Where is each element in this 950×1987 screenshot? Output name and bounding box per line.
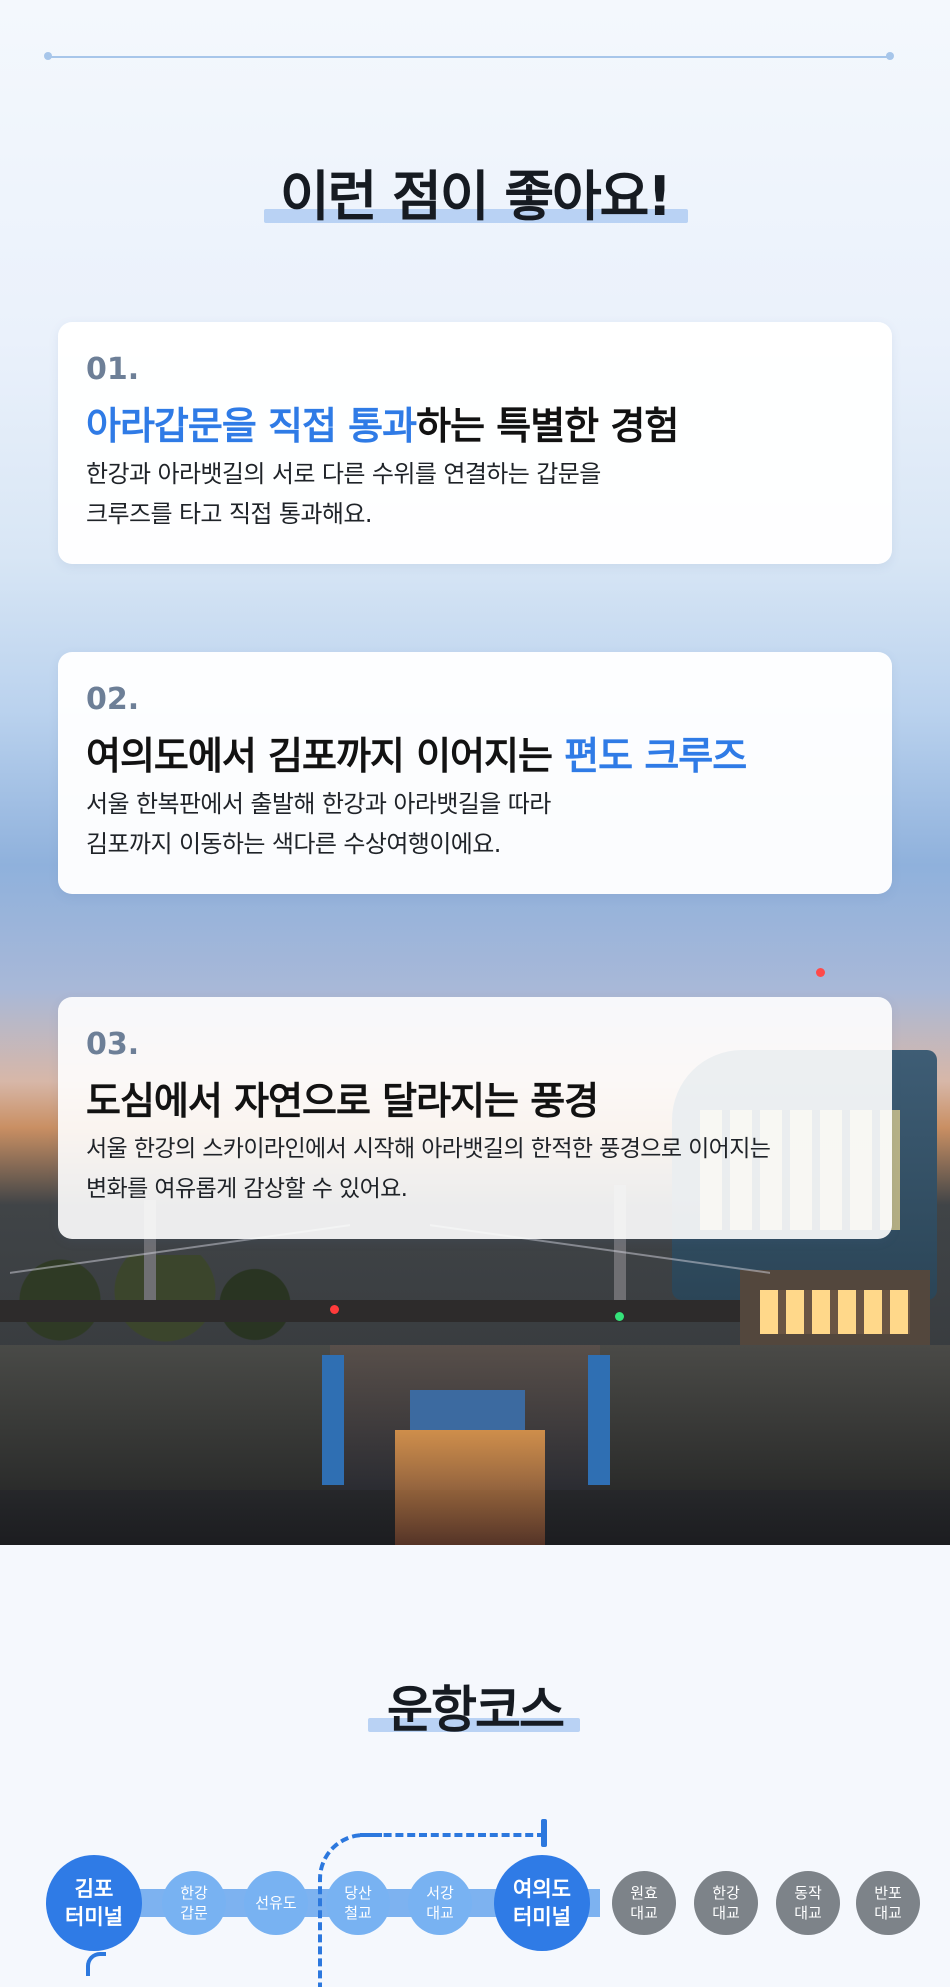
stop-yeouido-terminal: 여의도터미널 — [494, 1855, 590, 1951]
bridge-deck — [0, 1300, 740, 1322]
stop-dangsan-bridge: 당산철교 — [326, 1871, 390, 1935]
stop-hangang-bridge: 한강대교 — [694, 1871, 758, 1935]
card-number: 02. — [86, 682, 140, 717]
card-heading: 도심에서 자연으로 달라지는 풍경 — [86, 1079, 599, 1123]
heading-highlight: 편도 크루즈 — [564, 734, 747, 778]
heading-text: 하는 특별한 경험 — [416, 404, 679, 448]
benefits-title-block: 이런 점이 좋아요! — [0, 152, 950, 232]
stop-name-line1: 선유도 — [255, 1894, 297, 1912]
route-dashed-end — [541, 1819, 547, 1847]
card-description: 서울 한강의 스카이라인에서 시작해 아라뱃길의 한적한 풍경으로 이어지는변화… — [86, 1129, 771, 1209]
stop-name-line2: 갑문 — [180, 1904, 208, 1922]
lock-gate — [410, 1390, 525, 1430]
desc-line-1: 서울 한복판에서 출발해 한강과 아라뱃길을 따라 — [86, 790, 551, 818]
stop-name-line1: 당산 — [344, 1884, 372, 1902]
stop-banpo-bridge: 반포대교 — [856, 1871, 920, 1935]
route-dashed-line — [360, 1833, 545, 1837]
stop-name-line1: 여의도 — [513, 1877, 571, 1901]
stop-gimpo-terminal: 김포터미널 — [46, 1855, 142, 1951]
top-divider — [48, 56, 890, 58]
card-number: 01. — [86, 352, 140, 387]
antenna-light — [816, 968, 825, 977]
stop-name-line1: 한강 — [180, 1884, 208, 1902]
stop-name-line1: 김포 — [74, 1877, 114, 1901]
stop-name-line2: 대교 — [794, 1904, 822, 1922]
stop-name-line1: 동작 — [794, 1884, 822, 1902]
benefits-title: 이런 점이 좋아요! — [280, 165, 672, 228]
stop-name-line2: 대교 — [874, 1904, 902, 1922]
green-signal-light — [615, 1312, 624, 1321]
lock-post-left — [322, 1355, 344, 1485]
desc-line-2: 변화를 여유롭게 감상할 수 있어요. — [86, 1176, 408, 1202]
water-reflection — [395, 1430, 545, 1545]
stop-dongjak-bridge: 동작대교 — [776, 1871, 840, 1935]
heading-text: 여의도에서 김포까지 이어지는 — [86, 734, 565, 778]
desc-line-1: 한강과 아라뱃길의 서로 다른 수위를 연결하는 갑문을 — [86, 460, 601, 488]
card-description: 한강과 아라뱃길의 서로 다른 수위를 연결하는 갑문을크루즈를 타고 직접 통… — [86, 454, 601, 534]
card-heading: 여의도에서 김포까지 이어지는 편도 크루즈 — [86, 725, 747, 780]
tower-base-lights — [760, 1290, 910, 1334]
card-description: 서울 한복판에서 출발해 한강과 아라뱃길을 따라김포까지 이동하는 색다른 수… — [86, 784, 551, 864]
lock-wall-left — [0, 1345, 330, 1490]
card-number: 03. — [86, 1027, 140, 1062]
stop-name-line1: 서강 — [426, 1884, 454, 1902]
stop-hangang-gate: 한강갑문 — [162, 1871, 226, 1935]
course-title-block: 운항코스 — [0, 1670, 950, 1750]
lock-post-right — [588, 1355, 610, 1485]
stop-wonhyo-bridge: 원효대교 — [612, 1871, 676, 1935]
stop-name-line1: 반포 — [874, 1884, 902, 1902]
benefit-card-2: 02. 여의도에서 김포까지 이어지는 편도 크루즈 서울 한복판에서 출발해 … — [58, 652, 892, 894]
benefit-card-1: 01. 아라갑문을 직접 통과하는 특별한 경험 한강과 아라뱃길의 서로 다른… — [58, 322, 892, 564]
stop-name-line2: 터미널 — [65, 1905, 123, 1929]
divider-dot-left — [44, 52, 52, 60]
divider-dot-right — [886, 52, 894, 60]
lock-wall-right — [600, 1345, 950, 1490]
stop-name-line2: 대교 — [630, 1904, 658, 1922]
stop-seogang-bridge: 서강대교 — [408, 1871, 472, 1935]
stop-name-line2: 철교 — [344, 1904, 372, 1922]
red-signal-light — [330, 1305, 339, 1314]
stop-name-line1: 원효 — [630, 1884, 658, 1902]
benefit-card-3: 03. 도심에서 자연으로 달라지는 풍경 서울 한강의 스카이라인에서 시작해… — [58, 997, 892, 1239]
stop-seonyudo: 선유도 — [244, 1871, 308, 1935]
stop-name-line2: 대교 — [426, 1904, 454, 1922]
desc-line-1: 서울 한강의 스카이라인에서 시작해 아라뱃길의 한적한 풍경으로 이어지는 — [86, 1136, 771, 1162]
desc-line-2: 크루즈를 타고 직접 통과해요. — [86, 500, 372, 528]
route-dashed-lower — [86, 1952, 106, 1976]
stop-name-line2: 터미널 — [513, 1905, 571, 1929]
stop-name-line1: 한강 — [712, 1884, 740, 1902]
course-title: 운항코스 — [387, 1681, 565, 1739]
card-heading: 아라갑문을 직접 통과하는 특별한 경험 — [86, 395, 679, 450]
desc-line-2: 김포까지 이동하는 색다른 수상여행이에요. — [86, 830, 501, 858]
heading-highlight: 아라갑문을 직접 통과 — [86, 404, 417, 448]
stop-name-line2: 대교 — [712, 1904, 740, 1922]
